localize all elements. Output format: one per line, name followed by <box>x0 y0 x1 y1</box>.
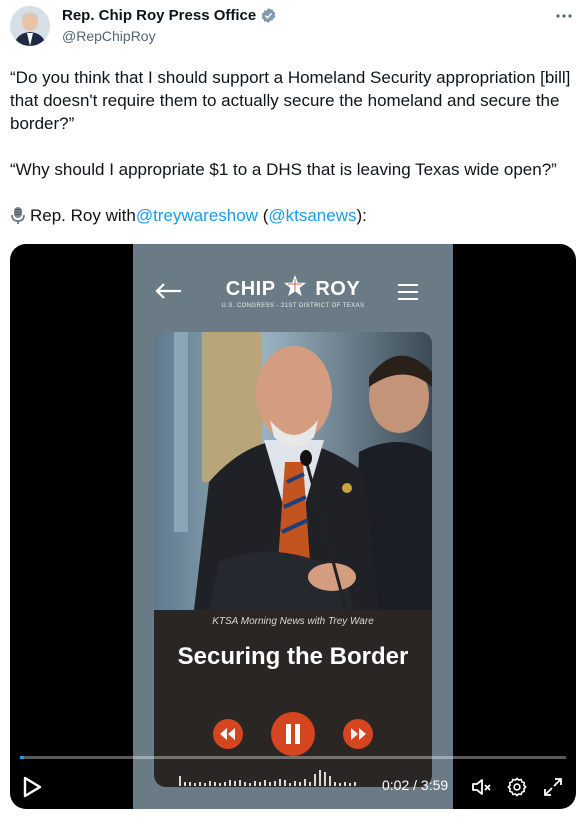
hamburger-menu-icon <box>398 284 418 300</box>
credit-prefix: Rep. Roy with <box>30 206 136 225</box>
verified-badge-icon <box>260 7 277 24</box>
waveform <box>179 770 356 786</box>
more-horizontal-icon[interactable] <box>554 6 574 31</box>
credit-suffix: ): <box>356 206 367 225</box>
podcast-card: KTSA Morning News with Trey Ware Securin… <box>154 332 432 787</box>
tweet-quote-1: “Do you think that I should support a Ho… <box>10 68 571 133</box>
author-name[interactable]: Rep. Chip Roy Press Office <box>62 7 277 24</box>
mention-treywareshow[interactable]: @treywareshow <box>136 204 258 227</box>
video-time: 0:02 / 3:59 <box>382 777 448 793</box>
video-progress-bar[interactable] <box>20 756 566 759</box>
tweet-text: “Do you think that I should support a Ho… <box>10 66 576 227</box>
play-icon[interactable] <box>22 776 42 798</box>
fast-forward-icon <box>343 719 373 749</box>
time-separator: / <box>409 777 421 793</box>
tweet-credit: Rep. Roy with @treywareshow ( @ktsanews … <box>10 204 576 227</box>
fullscreen-icon[interactable] <box>542 776 564 798</box>
microphone-icon <box>10 206 26 225</box>
video-duration: 3:59 <box>420 777 449 793</box>
show-caption: KTSA Morning News with Trey Ware <box>212 616 374 627</box>
gear-icon[interactable] <box>506 776 528 798</box>
author-name-text[interactable]: Rep. Chip Roy Press Office <box>62 7 256 24</box>
avatar[interactable] <box>10 6 50 46</box>
pause-icon <box>271 712 315 756</box>
current-time: 0:02 <box>382 777 410 793</box>
video-frame: CHIP ROY U.S. CONGRESS - 21ST DISTRICT O… <box>133 244 453 809</box>
speaker-photo <box>154 332 432 611</box>
tweet-quote-2: “Why should I appropriate $1 to a DHS th… <box>10 160 557 179</box>
audio-controls <box>154 712 432 760</box>
video-player[interactable]: CHIP ROY U.S. CONGRESS - 21ST DISTRICT O… <box>10 244 576 809</box>
brand-subtitle: U.S. CONGRESS - 21ST DISTRICT OF TEXAS <box>221 303 365 309</box>
brand-right: ROY <box>315 278 361 300</box>
volume-muted-icon[interactable] <box>470 776 492 798</box>
rewind-icon <box>213 719 243 749</box>
author-handle[interactable]: @RepChipRoy <box>62 28 156 44</box>
episode-title: Securing the Border <box>177 643 409 670</box>
brand-left: CHIP <box>225 278 276 300</box>
star-icon <box>283 274 307 304</box>
paren-open: ( <box>257 206 269 225</box>
video-progress-fill <box>20 756 25 759</box>
mention-ktsanews[interactable]: @ktsanews <box>268 204 356 227</box>
